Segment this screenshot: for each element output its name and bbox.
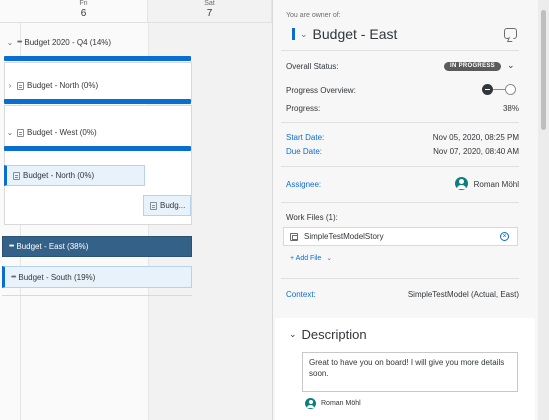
add-file-label: + Add File xyxy=(290,255,322,262)
task-bar-east-selected[interactable]: ••• Budget - East (38%) xyxy=(2,236,192,257)
comments-icon[interactable] xyxy=(504,28,517,39)
work-files-label: Work Files (1): xyxy=(286,213,338,222)
header-divider xyxy=(0,22,272,23)
divider xyxy=(281,122,519,123)
task-bar-north[interactable]: Budget - North (0%) xyxy=(4,165,145,186)
avatar xyxy=(455,177,468,190)
progress-step-done-icon xyxy=(482,84,493,95)
row-divider xyxy=(2,295,192,296)
divider xyxy=(281,278,519,279)
progress-step-open-icon xyxy=(505,84,516,95)
description-text[interactable]: Great to have you on board! I will give … xyxy=(302,352,518,392)
weekday-label: Fri xyxy=(79,0,88,7)
task-icon xyxy=(13,171,20,180)
chevron-down-icon[interactable]: ⌄ xyxy=(289,329,297,340)
goal-icon: ••• xyxy=(11,273,16,281)
due-date-label: Due Date: xyxy=(286,147,323,156)
progress-label: Progress: xyxy=(286,104,321,113)
task-bar-label: Budg... xyxy=(160,201,186,210)
task-title: Budget - East xyxy=(312,26,398,42)
status-label: Overall Status: xyxy=(286,62,339,71)
chevron-down-icon[interactable]: ⌄ xyxy=(326,255,332,262)
task-icon xyxy=(17,128,24,137)
context-value: SimpleTestModel (Actual, East) xyxy=(407,290,519,299)
progress-value: 38% xyxy=(502,104,519,113)
tree-row-west[interactable]: ⌄ Budget - West (0%) xyxy=(3,128,97,137)
chevron-down-icon[interactable]: ⌄ xyxy=(507,60,515,71)
tree-row-budget-2020[interactable]: ⌄ ••• Budget 2020 - Q4 (14%) xyxy=(3,38,111,47)
title-marker xyxy=(292,28,295,40)
owner-caption: You are owner of: xyxy=(286,12,341,19)
work-file-name[interactable]: SimpleTestModelStory xyxy=(304,232,384,241)
chevron-down-icon[interactable]: ⌄ xyxy=(3,38,17,47)
task-bar-label: Budget - East (38%) xyxy=(16,242,89,251)
task-bar-south[interactable]: ••• Budget - South (19%) xyxy=(2,266,192,288)
story-icon xyxy=(290,232,298,241)
chevron-right-icon[interactable]: › xyxy=(3,81,17,90)
task-icon xyxy=(17,81,24,90)
day-number: 7 xyxy=(206,8,213,19)
task-bar-small[interactable]: Budg... xyxy=(143,195,191,216)
chevron-down-icon[interactable]: ⌄ xyxy=(3,128,17,137)
summary-bar xyxy=(4,56,191,61)
tree-row-north[interactable]: › Budget - North (0%) xyxy=(3,81,98,90)
divider xyxy=(281,50,519,51)
day-number: 6 xyxy=(80,8,87,19)
weekday-label: Sat xyxy=(204,0,215,7)
scrollbar-thumb[interactable] xyxy=(541,10,546,130)
chevron-down-icon[interactable]: ⌄ xyxy=(300,29,308,40)
add-file-button[interactable]: + Add File ⌄ xyxy=(290,254,332,262)
task-icon xyxy=(150,201,157,210)
assignee-label: Assignee: xyxy=(286,180,322,189)
goal-icon: ••• xyxy=(9,243,14,250)
progress-connector xyxy=(493,89,505,90)
comment-author: Roman Möhl xyxy=(321,400,361,407)
avatar xyxy=(305,398,316,409)
summary-bar xyxy=(4,146,191,151)
task-bar-label: Budget - North (0%) xyxy=(23,171,95,180)
status-badge[interactable]: IN PROGRESS xyxy=(444,62,501,71)
goal-icon: ••• xyxy=(17,39,22,46)
work-file-item[interactable]: SimpleTestModelStory × xyxy=(283,227,518,246)
summary-bar xyxy=(4,99,191,104)
page-title[interactable]: ⌄ Budget - East xyxy=(292,26,397,42)
remove-icon[interactable]: × xyxy=(500,232,509,241)
due-date-value: Nov 07, 2020, 08:40 AM xyxy=(433,147,519,156)
assignee-value[interactable]: Roman Möhl xyxy=(474,180,519,189)
progress-overview-label: Progress Overview: xyxy=(286,86,356,95)
start-date-label: Start Date: xyxy=(286,133,325,142)
description-title: Description xyxy=(301,327,367,342)
divider xyxy=(281,202,519,203)
tree-row-label: Budget - West (0%) xyxy=(27,128,97,137)
tree-row-label: Budget 2020 - Q4 (14%) xyxy=(24,38,112,47)
start-date-value: Nov 05, 2020, 08:25 PM xyxy=(432,133,519,142)
day-header-fri: Fri 6 xyxy=(20,0,148,22)
task-bar-label: Budget - South (19%) xyxy=(18,272,96,282)
divider xyxy=(281,166,519,167)
day-header-sat: Sat 7 xyxy=(148,0,272,22)
description-header[interactable]: ⌄ Description xyxy=(289,327,367,342)
context-label: Context: xyxy=(286,290,316,299)
tree-row-label: Budget - North (0%) xyxy=(27,81,99,90)
